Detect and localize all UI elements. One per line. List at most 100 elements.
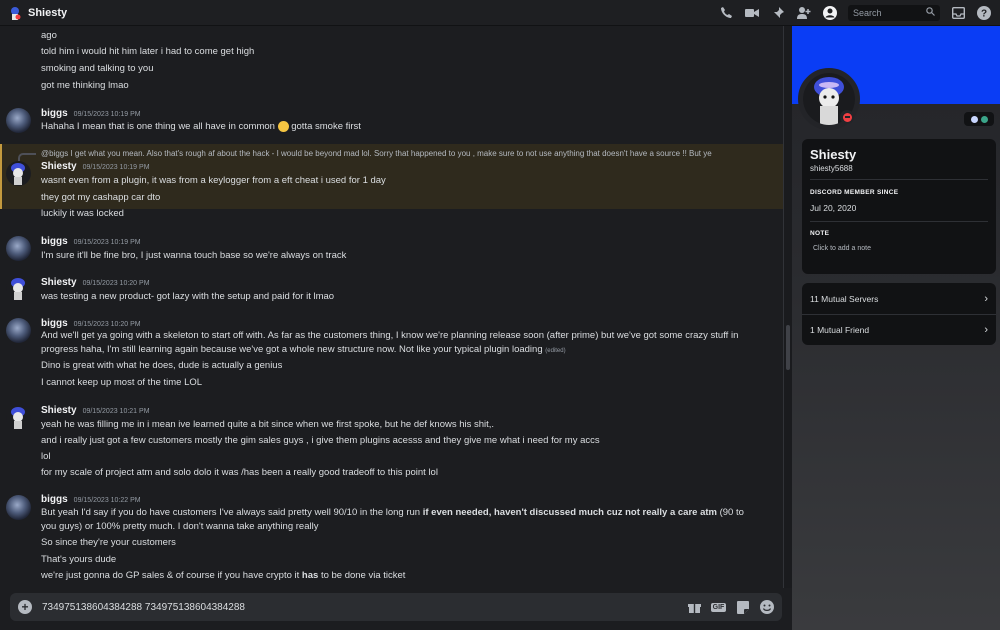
message-text: Hahaha I mean that is one thing we all h… — [41, 121, 275, 133]
user-profile-panel: Shiesty shiesty5688 DISCORD MEMBER SINCE… — [792, 26, 1000, 630]
message-line: Dino is great with what he does, dude is… — [41, 360, 283, 371]
message-text: And we'll get ya going with a skeleton t… — [41, 330, 739, 355]
scrollbar-thumb[interactable] — [786, 325, 790, 370]
divider — [810, 179, 988, 180]
message-line: got me thinking lmao — [41, 80, 129, 91]
mutual-servers-row[interactable]: 11 Mutual Servers › — [802, 283, 996, 314]
channel-title: Shiesty — [28, 6, 68, 19]
message-line: they got my cashapp car dto — [41, 192, 161, 203]
svg-text:?: ? — [981, 8, 987, 19]
user-profile-toggle-icon[interactable] — [822, 5, 838, 21]
message-input-value[interactable]: 734975138604384288 734975138604384288 — [42, 602, 245, 613]
avatar[interactable] — [6, 276, 31, 301]
search-icon — [926, 7, 935, 18]
message-bold-text: has — [301, 570, 319, 581]
message-line: But yeah I'd say if you do have customer… — [41, 506, 761, 534]
message-line: lol — [41, 451, 51, 462]
message-list[interactable]: ago told him i would hit him later i had… — [0, 26, 783, 588]
message-line: yeah he was filling me in i mean ive lea… — [41, 419, 495, 430]
scrollbar-track[interactable] — [784, 26, 792, 588]
message-line: was testing a new product- got lazy with… — [41, 291, 335, 302]
author-name[interactable]: Shiesty — [41, 405, 77, 416]
mutual-friends-row[interactable]: 1 Mutual Friend › — [802, 314, 996, 345]
avatar[interactable] — [6, 318, 31, 343]
timestamp: 09/15/2023 10:22 PM — [73, 497, 141, 504]
message-bold-text: if even needed, haven't discussed much c… — [422, 507, 717, 518]
chevron-right-icon: › — [984, 323, 988, 336]
video-call-icon[interactable] — [744, 5, 760, 21]
voice-call-icon[interactable] — [718, 5, 734, 21]
message-text: we're just gonna do GP sales & of course… — [41, 570, 300, 581]
mutuals-card: 11 Mutual Servers › 1 Mutual Friend › — [802, 283, 996, 345]
emoji-picker-icon[interactable] — [759, 600, 774, 615]
search-placeholder: Search — [853, 7, 882, 18]
message-line: That's yours dude — [41, 554, 117, 565]
mutual-servers-label: 11 Mutual Servers — [810, 293, 879, 304]
message-text: to be done via ticket — [320, 570, 406, 581]
timestamp: 09/15/2023 10:20 PM — [82, 280, 150, 287]
channel-header: Shiesty Search ? — [0, 0, 1000, 26]
profile-username: shiesty5688 — [810, 164, 853, 173]
avatar[interactable] — [6, 108, 31, 133]
message-line: luckily it was locked — [41, 208, 124, 219]
gift-icon[interactable] — [687, 600, 702, 615]
reply-connector — [18, 153, 36, 161]
help-icon[interactable]: ? — [976, 5, 992, 21]
message-line: I'm sure it'll be fine bro, I just wanna… — [41, 250, 347, 261]
member-since-label: DISCORD MEMBER SINCE — [810, 189, 899, 196]
message-line: and i really just got a few customers mo… — [41, 435, 600, 446]
message-line: smoking and talking to you — [41, 63, 154, 74]
edited-label: (edited) — [545, 348, 566, 354]
note-input[interactable]: Click to add a note — [813, 245, 871, 252]
message-text: But yeah I'd say if you do have customer… — [41, 507, 421, 518]
member-since-date: Jul 20, 2020 — [810, 203, 857, 213]
author-name[interactable]: biggs — [41, 494, 68, 505]
avatar[interactable] — [6, 405, 31, 430]
message-line: I cannot keep up most of the time LOL — [41, 377, 203, 388]
composer-area: + 734975138604384288 734975138604384288 … — [0, 588, 792, 630]
timestamp: 09/15/2023 10:19 PM — [82, 164, 150, 171]
author-name[interactable]: biggs — [41, 318, 68, 329]
timestamp: 09/15/2023 10:21 PM — [82, 408, 150, 415]
badge-icon[interactable] — [980, 115, 988, 123]
upload-plus-icon[interactable]: + — [18, 600, 32, 614]
avatar[interactable] — [6, 495, 31, 520]
sticker-icon[interactable] — [735, 600, 750, 615]
timestamp: 09/15/2023 10:20 PM — [73, 321, 141, 328]
avatar[interactable] — [6, 161, 31, 186]
add-friend-icon[interactable] — [796, 5, 812, 21]
message-line: told him i would hit him later i had to … — [41, 46, 255, 57]
author-name[interactable]: Shiesty — [41, 277, 77, 288]
message-line: ago — [41, 30, 57, 41]
timestamp: 09/15/2023 10:19 PM — [73, 239, 141, 246]
timestamp: 09/15/2023 10:19 PM — [73, 111, 141, 118]
message-line: Hahaha I mean that is one thing we all h… — [41, 121, 361, 132]
gif-label: GIF — [710, 602, 727, 612]
avatar[interactable] — [6, 236, 31, 261]
gif-icon[interactable]: GIF — [710, 600, 727, 615]
author-name[interactable]: Shiesty — [41, 161, 77, 172]
inbox-icon[interactable] — [950, 5, 966, 21]
profile-display-name: Shiesty — [810, 147, 857, 162]
pinned-messages-icon[interactable] — [770, 5, 786, 21]
message-line: wasnt even from a plugin, it was from a … — [41, 175, 386, 186]
dm-avatar-icon — [8, 6, 22, 20]
profile-info-card: Shiesty shiesty5688 DISCORD MEMBER SINCE… — [802, 139, 996, 274]
author-name[interactable]: biggs — [41, 108, 68, 119]
message-text: gotta smoke first — [291, 121, 361, 133]
author-name[interactable]: biggs — [41, 236, 68, 247]
message-line: for my scale of project atm and solo dol… — [41, 467, 438, 478]
badge-icon[interactable] — [970, 115, 978, 123]
message-line: And we'll get ya going with a skeleton t… — [41, 329, 761, 358]
message-line: we're just gonna do GP sales & of course… — [41, 570, 405, 581]
search-input[interactable]: Search — [848, 4, 940, 21]
message-input[interactable]: + 734975138604384288 734975138604384288 … — [10, 593, 782, 621]
chevron-right-icon: › — [984, 292, 988, 305]
message-line: So since they're your customers — [41, 537, 176, 548]
reply-preview[interactable]: @biggs I get what you mean. Also that's … — [41, 149, 781, 158]
profile-badges — [964, 112, 994, 126]
mutual-friends-label: 1 Mutual Friend — [810, 324, 870, 335]
divider — [810, 221, 988, 222]
dnd-status-icon — [840, 110, 854, 124]
note-label: NOTE — [810, 230, 830, 237]
